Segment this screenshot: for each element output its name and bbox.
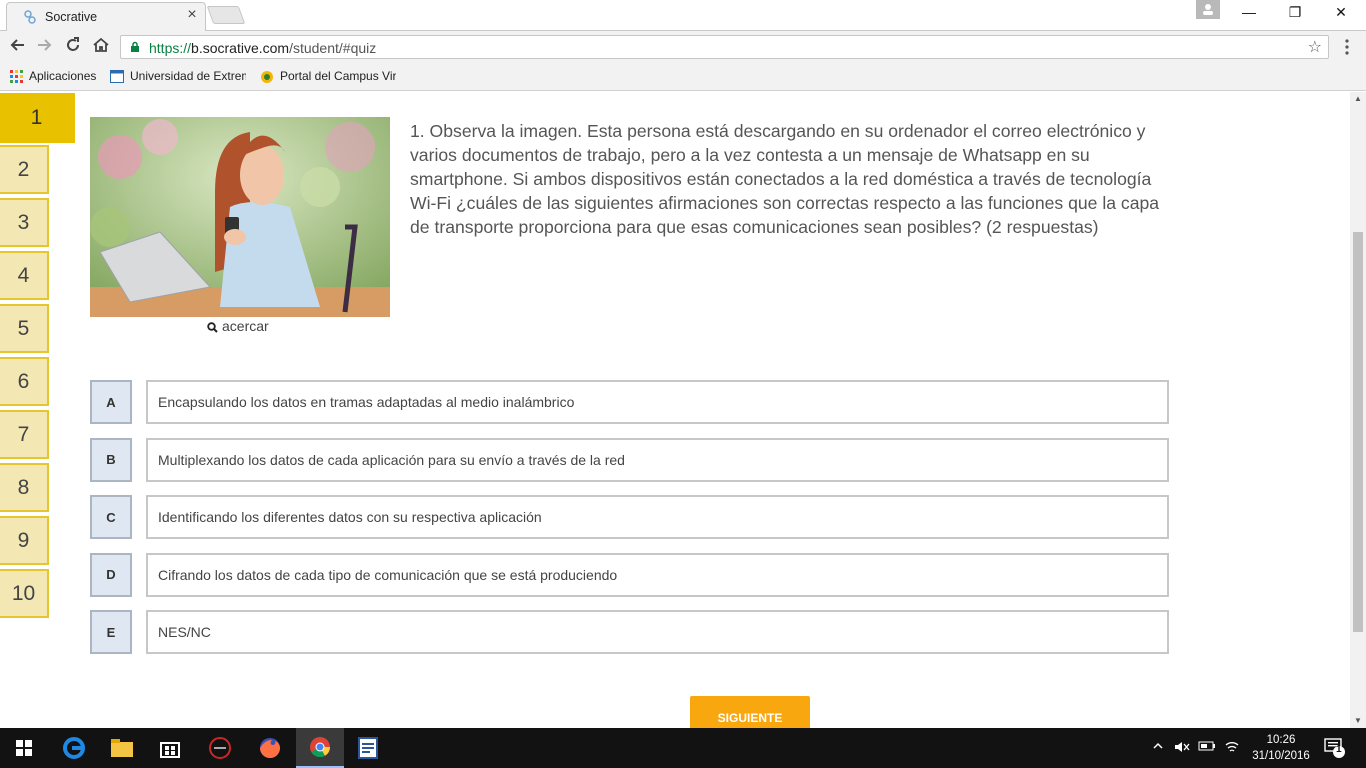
- home-icon: [93, 37, 109, 52]
- question-nav-9[interactable]: 9: [0, 516, 49, 565]
- question-nav-8[interactable]: 8: [0, 463, 49, 512]
- next-button[interactable]: SIGUIENTE: [690, 696, 810, 728]
- option-text[interactable]: Identificando los diferentes datos con s…: [146, 495, 1169, 540]
- magnifier-icon: [207, 322, 218, 333]
- bookmark-universidad[interactable]: Universidad de Extrem: [110, 69, 246, 84]
- taskbar-chrome[interactable]: [296, 728, 344, 768]
- bookmarks-bar: Aplicaciones Universidad de Extrem Porta…: [0, 63, 1366, 91]
- address-bar[interactable]: https://b.socrative.com/student/#quiz ☆: [120, 35, 1329, 59]
- folder-icon: [111, 739, 133, 757]
- option-letter[interactable]: A: [90, 380, 132, 424]
- answer-option-c[interactable]: C Identificando los diferentes datos con …: [90, 495, 1170, 540]
- chrome-icon: [310, 737, 331, 758]
- forward-arrow-icon: [38, 39, 52, 51]
- notification-count: 1: [1336, 744, 1342, 755]
- store-bag-icon: [160, 742, 180, 758]
- address-toolbar: https://b.socrative.com/student/#quiz ☆: [0, 31, 1366, 63]
- question-nav-10[interactable]: 10: [0, 569, 49, 618]
- browser-tab-bar: Socrative × — ❐ ✕: [0, 0, 1366, 31]
- option-text[interactable]: Cifrando los datos de cada tipo de comun…: [146, 552, 1169, 597]
- browser-tab[interactable]: Socrative ×: [6, 2, 206, 31]
- zoom-label: acercar: [222, 318, 269, 334]
- answer-option-e[interactable]: E NES/NC: [90, 610, 1170, 655]
- answer-option-b[interactable]: B Multiplexando los datos de cada aplicac…: [90, 437, 1170, 482]
- restore-button[interactable]: ❐: [1272, 4, 1318, 24]
- taskbar-store[interactable]: [146, 728, 194, 768]
- bookmark-star-icon[interactable]: ☆: [1308, 37, 1322, 57]
- question-image[interactable]: [90, 117, 390, 317]
- bookmark-campus-portal[interactable]: Portal del Campus Vir: [260, 69, 396, 84]
- action-center-button[interactable]: 1: [1324, 737, 1346, 762]
- bookmark-apps[interactable]: Aplicaciones: [10, 69, 110, 84]
- minimize-button[interactable]: —: [1226, 4, 1272, 24]
- notifications-icon: [1324, 738, 1345, 758]
- forward-button[interactable]: [34, 36, 56, 58]
- url-text: https://b.socrative.com/student/#quiz: [149, 40, 377, 56]
- option-letter[interactable]: E: [90, 610, 132, 655]
- scroll-down-icon[interactable]: ▼: [1354, 716, 1362, 725]
- document-icon: [358, 737, 378, 759]
- windows-taskbar: 10:26 31/10/2016 1: [0, 728, 1366, 768]
- lock-icon: [131, 41, 139, 52]
- taskbar-file-explorer[interactable]: [98, 728, 146, 768]
- question-nav-4[interactable]: 4: [0, 251, 49, 300]
- back-arrow-icon: [10, 39, 24, 51]
- reload-icon: [67, 37, 79, 51]
- question-nav-7[interactable]: 7: [0, 410, 49, 459]
- tab-title: Socrative: [45, 10, 98, 24]
- clock-date: 31/10/2016: [1252, 750, 1310, 762]
- option-text[interactable]: Encapsulando los datos en tramas adaptad…: [146, 380, 1169, 424]
- asus-rog-icon: [209, 737, 231, 759]
- new-tab-button[interactable]: [206, 6, 246, 24]
- question-text: 1. Observa la imagen. Esta persona está …: [410, 121, 1160, 237]
- browser-menu-icon[interactable]: [1344, 38, 1350, 56]
- answer-option-d[interactable]: D Cifrando los datos de cada tipo de comu…: [90, 552, 1170, 597]
- firefox-icon: [260, 738, 280, 758]
- socrative-favicon-icon: [24, 10, 36, 24]
- taskbar-asus-app[interactable]: [196, 728, 244, 768]
- question-nav-2[interactable]: 2: [0, 145, 49, 194]
- option-letter[interactable]: B: [90, 437, 132, 482]
- windows-logo-icon: [16, 740, 32, 756]
- edge-icon: [63, 737, 85, 759]
- start-button[interactable]: [0, 728, 48, 768]
- system-clock[interactable]: 10:26 31/10/2016: [1246, 732, 1316, 764]
- apps-grid-icon: [10, 70, 23, 84]
- home-button[interactable]: [90, 36, 112, 58]
- option-letter[interactable]: C: [90, 495, 132, 540]
- tray-chevron-icon[interactable]: [1152, 740, 1164, 755]
- option-text[interactable]: Multiplexando los datos de cada aplicaci…: [146, 437, 1169, 482]
- back-button[interactable]: [6, 36, 28, 58]
- clock-time: 10:26: [1266, 734, 1296, 746]
- taskbar-word[interactable]: [344, 728, 392, 768]
- wifi-icon[interactable]: [1224, 740, 1240, 757]
- scroll-thumb[interactable]: [1353, 232, 1363, 632]
- question-nav-6[interactable]: 6: [0, 357, 49, 406]
- scroll-up-icon[interactable]: ▲: [1354, 94, 1362, 103]
- option-letter[interactable]: D: [90, 552, 132, 597]
- question-nav-3[interactable]: 3: [0, 198, 49, 247]
- question-nav-5[interactable]: 5: [0, 304, 49, 353]
- volume-muted-icon[interactable]: [1174, 740, 1190, 757]
- quiz-page: 1 2 3 4 5 6 7 8 9 10 acercar 1. Observa …: [0, 92, 1350, 728]
- taskbar-edge[interactable]: [50, 728, 98, 768]
- profile-button[interactable]: [1196, 0, 1220, 19]
- campus-portal-icon: [261, 70, 273, 83]
- close-window-button[interactable]: ✕: [1318, 4, 1364, 24]
- answer-option-a[interactable]: A Encapsulando los datos en tramas adapta…: [90, 380, 1170, 424]
- page-scrollbar[interactable]: ▲ ▼: [1350, 92, 1366, 728]
- university-page-icon: [110, 70, 124, 84]
- zoom-link[interactable]: acercar: [207, 318, 269, 334]
- battery-icon[interactable]: [1198, 740, 1216, 755]
- taskbar-firefox[interactable]: [246, 728, 294, 768]
- tab-close-icon[interactable]: ×: [183, 6, 201, 24]
- question-nav-1[interactable]: 1: [0, 93, 75, 143]
- option-text[interactable]: NES/NC: [146, 610, 1169, 655]
- woman-laptop-phone-image: [90, 117, 390, 317]
- user-icon: [1203, 4, 1213, 15]
- reload-button[interactable]: [62, 36, 84, 58]
